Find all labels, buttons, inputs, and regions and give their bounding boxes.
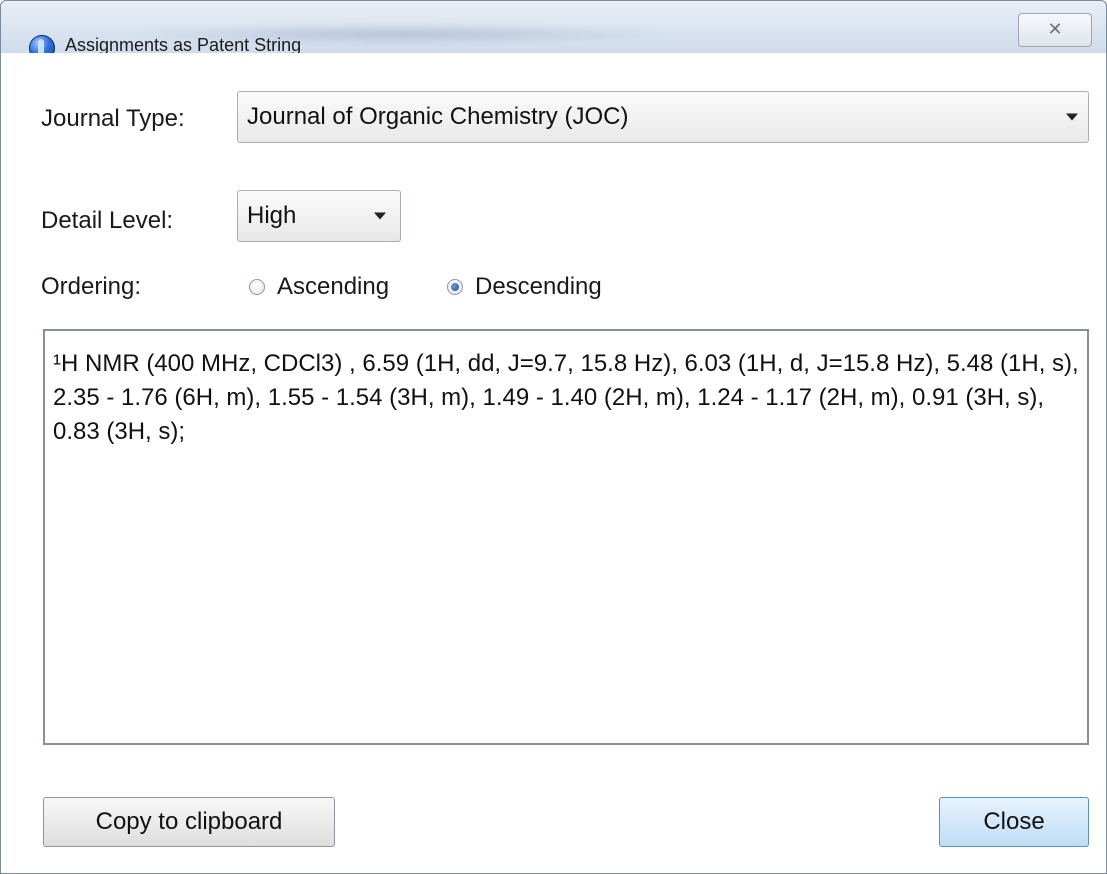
patent-string-textarea[interactable]: ¹H NMR (400 MHz, CDCl3) , 6.59 (1H, dd, … [43,329,1089,745]
copy-button-label: Copy to clipboard [95,808,283,835]
close-icon[interactable]: ✕ [1018,13,1092,47]
close-button-label: Close [983,808,1045,835]
dialog-window: Assignments as Patent String ✕ Journal T… [0,0,1107,874]
close-button[interactable]: Close [939,797,1089,847]
window-title: Assignments as Patent String [65,35,302,53]
ordering-label: Ordering: [41,273,142,300]
app-globe-icon [29,35,55,53]
title-bar: Assignments as Patent String ✕ [1,1,1106,53]
detail-level-select[interactable]: High [237,190,401,242]
ordering-descending-radio[interactable] [447,279,463,295]
copy-to-clipboard-button[interactable]: Copy to clipboard [43,797,335,847]
close-x-glyph: ✕ [1047,19,1063,39]
chevron-down-icon [374,212,386,220]
ordering-ascending-radio[interactable] [249,279,265,295]
ordering-descending-label: Descending [475,273,602,300]
journal-type-label: Journal Type: [41,105,185,132]
journal-type-select[interactable]: Journal of Organic Chemistry (JOC) [237,91,1089,143]
dialog-content: Journal Type: Journal of Organic Chemist… [11,53,1095,863]
detail-level-label: Detail Level: [41,207,174,234]
chevron-down-icon [1066,113,1078,121]
ordering-ascending-label: Ascending [277,273,390,300]
journal-type-value: Journal of Organic Chemistry (JOC) [247,103,629,130]
detail-level-value: High [247,202,297,229]
